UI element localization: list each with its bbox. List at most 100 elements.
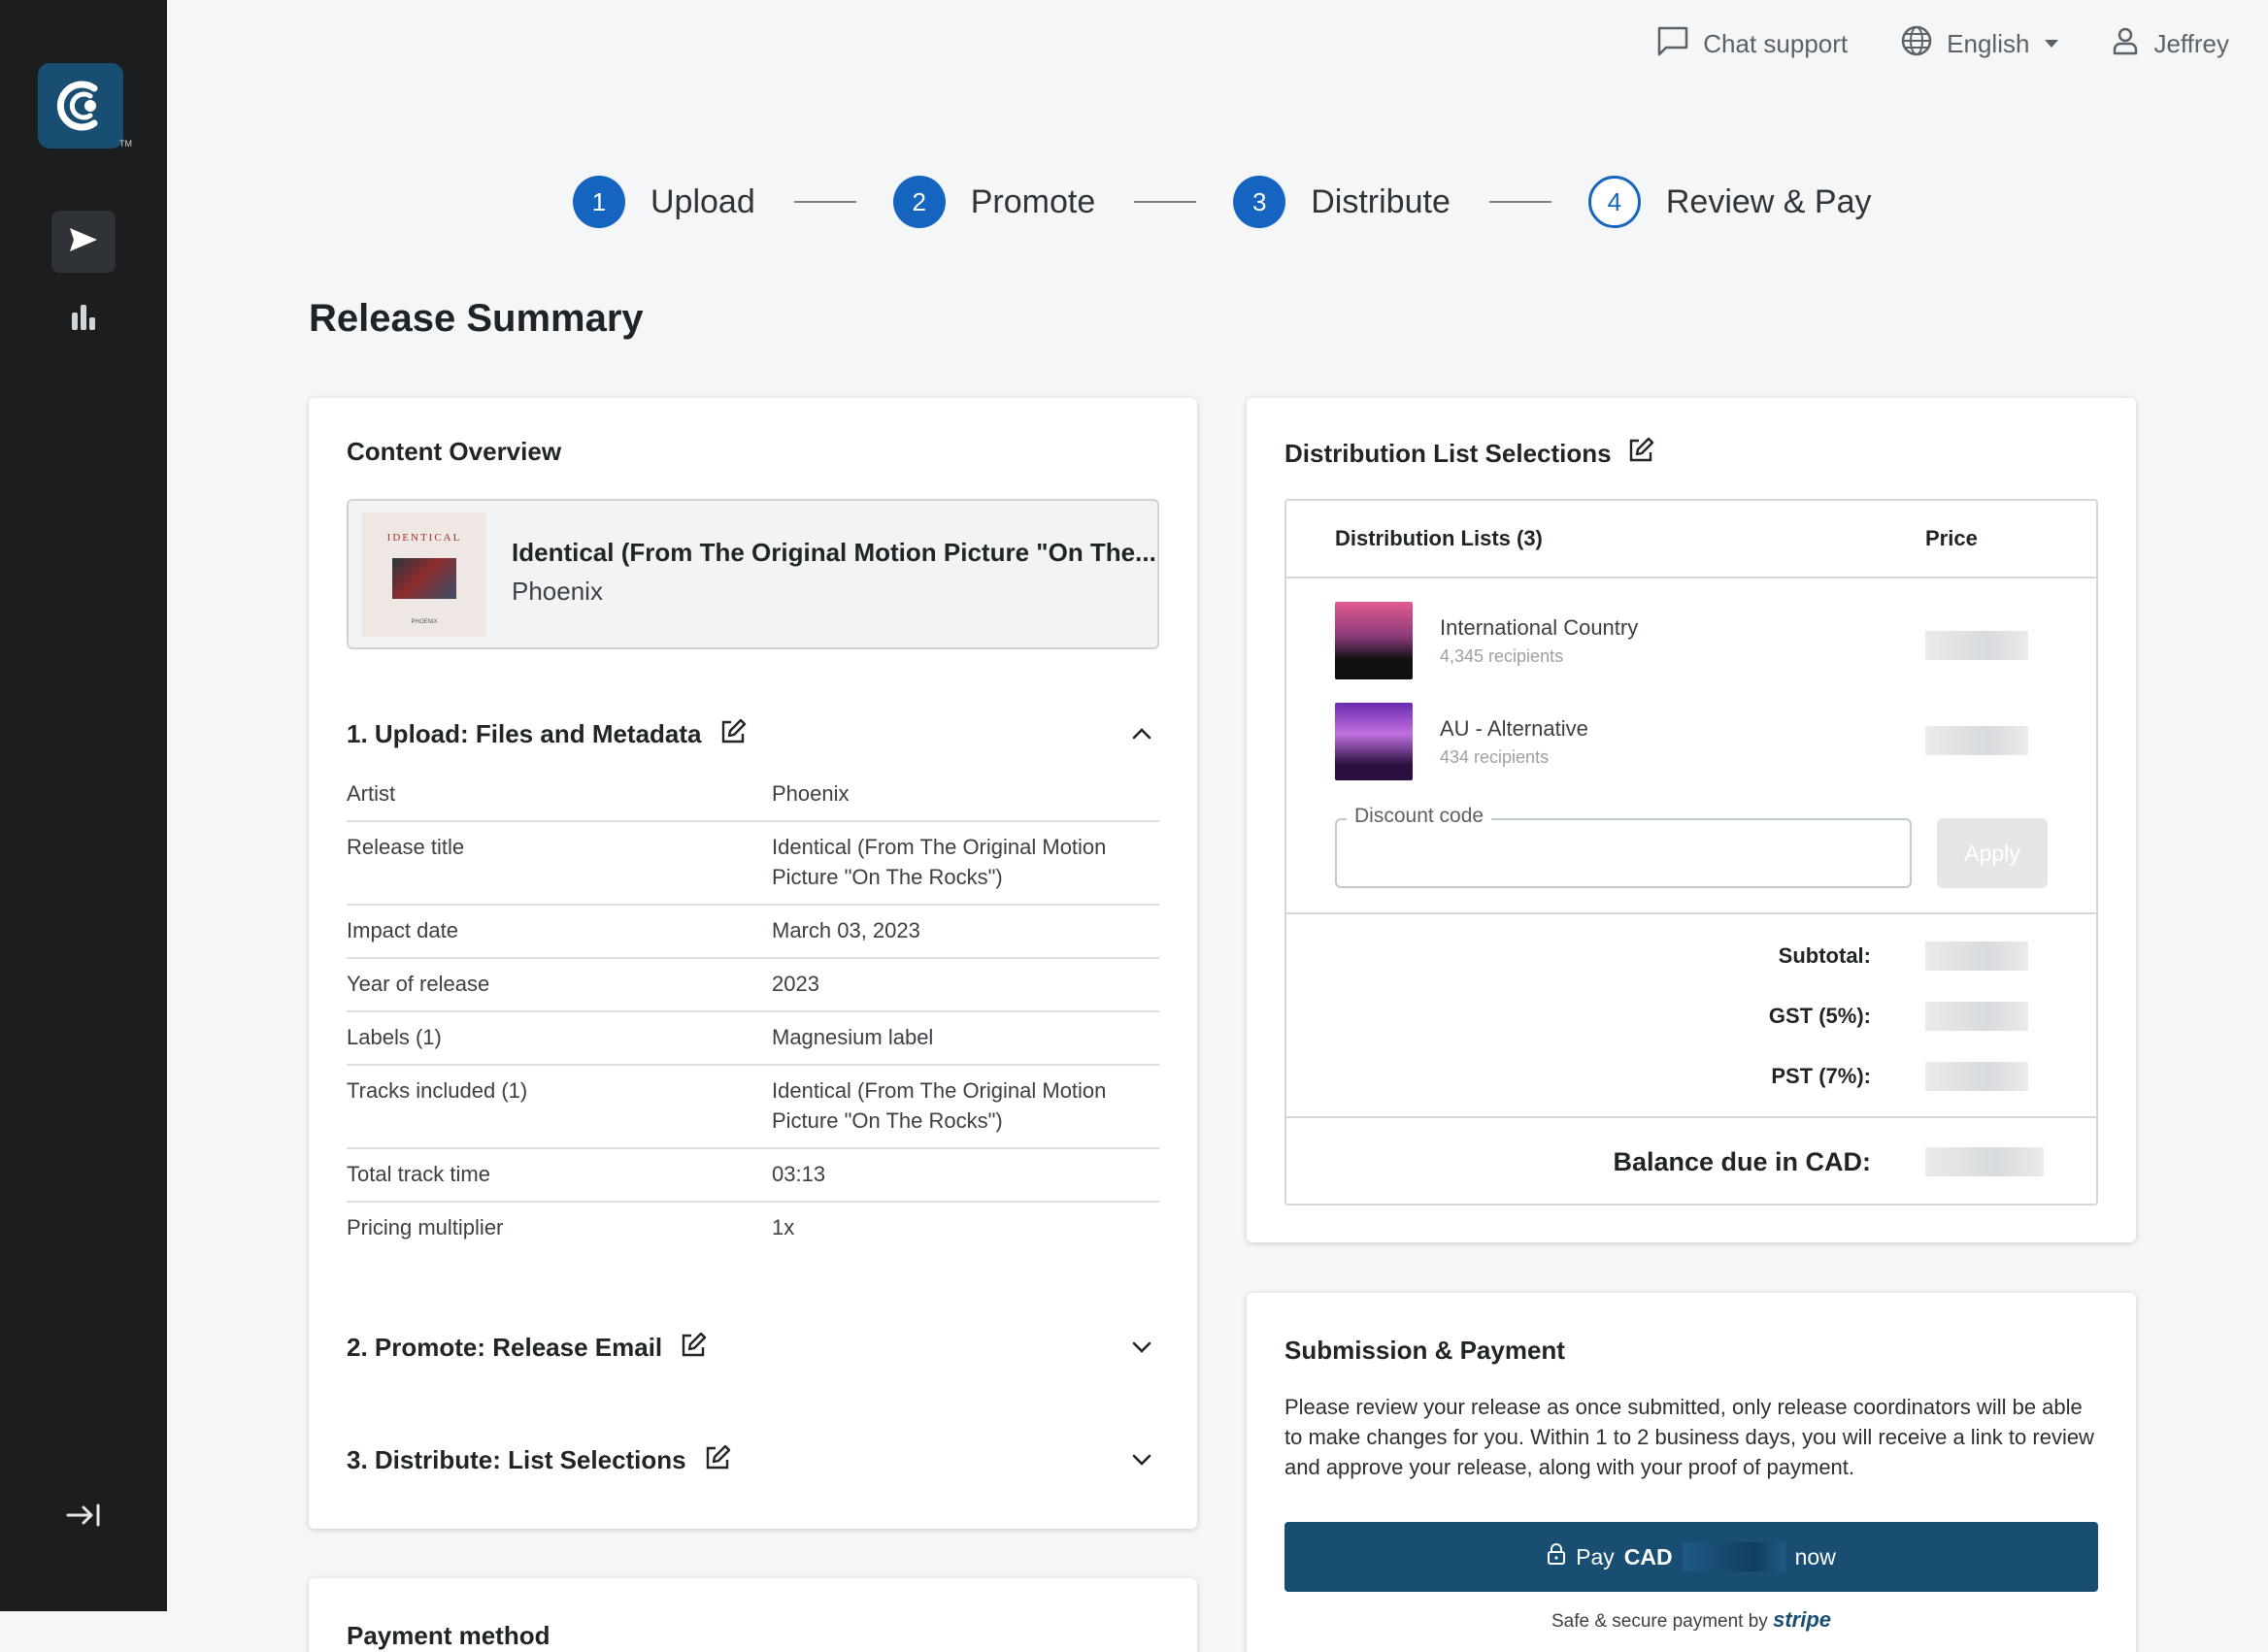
step-number: 2 (892, 176, 946, 228)
payment-method-card: Payment method (309, 1578, 1197, 1652)
language-select[interactable]: English (1900, 24, 2059, 64)
pay-amount-placeholder (1682, 1542, 1785, 1571)
step-number: 3 (1233, 176, 1286, 228)
content-overview-card: Content Overview IDENTICAL PHOENIX Ident… (309, 398, 1197, 1529)
meta-key: Release title (347, 835, 465, 859)
discount-code-label: Discount code (1347, 805, 1492, 828)
sidebar: TM (0, 0, 167, 1611)
pst-label: PST (7%): (1771, 1064, 1871, 1088)
distribution-card: Distribution List Selections Distributio… (1247, 398, 2136, 1242)
list-name: AU - Alternative (1440, 716, 1588, 741)
brand-logo-icon[interactable] (38, 63, 123, 149)
submission-card: Submission & Payment Please review your … (1247, 1293, 2136, 1652)
pay-prefix: Pay (1576, 1543, 1615, 1569)
distribution-table: Distribution Lists (3) Price Internation… (1284, 499, 2098, 1206)
list-item: International Country 4,345 recipients (1335, 602, 2053, 679)
meta-key: Pricing multiplier (347, 1215, 504, 1239)
column-header-price: Price (1925, 526, 1978, 550)
payment-method-title: Payment method (347, 1621, 550, 1650)
chevron-down-icon[interactable] (1130, 1336, 1153, 1364)
table-row: Pricing multiplier 1x (347, 1203, 1159, 1254)
list-thumbnail (1335, 703, 1413, 780)
gst-label: GST (5%): (1768, 1004, 1871, 1028)
metadata-table: Artist Phoenix Release title Identical (Fr… (347, 769, 1159, 1254)
step-connector (1134, 201, 1197, 203)
release-title: Identical (From The Original Motion Pict… (512, 538, 1156, 567)
release-preview: IDENTICAL PHOENIX Identical (From The Or… (347, 499, 1159, 649)
price-placeholder (1925, 631, 2028, 660)
list-name: International Country (1440, 615, 1639, 640)
pay-suffix: now (1794, 1543, 1836, 1569)
sidebar-item-analytics[interactable] (51, 287, 116, 349)
table-row: Artist Phoenix (347, 769, 1159, 822)
chat-support-button[interactable]: Chat support (1656, 25, 1848, 63)
step-distribute[interactable]: 3 Distribute (1233, 176, 1451, 228)
cover-title: IDENTICAL (386, 532, 462, 544)
table-row: Total track time 03:13 (347, 1149, 1159, 1203)
distribution-title: Distribution List Selections (1284, 439, 1612, 468)
balance-due-label: Balance due in CAD: (1613, 1147, 1871, 1176)
edit-icon[interactable] (1627, 437, 1654, 471)
step-connector (793, 201, 856, 203)
content-overview-title: Content Overview (347, 437, 562, 466)
user-menu[interactable]: Jeffrey (2111, 26, 2229, 62)
distribution-title-row: Distribution List Selections (1284, 437, 1654, 471)
section-upload-header[interactable]: 1. Upload: Files and Metadata (347, 714, 1159, 753)
chevron-up-icon[interactable] (1130, 722, 1153, 750)
subtotal-label: Subtotal: (1778, 943, 1871, 968)
apply-discount-button[interactable]: Apply (1937, 818, 2048, 888)
pst-value-placeholder (1925, 1062, 2028, 1091)
step-review-pay[interactable]: 4 Review & Pay (1587, 176, 1872, 228)
pay-currency: CAD (1623, 1543, 1673, 1569)
divider (1286, 912, 2096, 914)
lock-icon (1547, 1542, 1566, 1571)
cover-image (392, 558, 456, 599)
list-recipients: 434 recipients (1440, 747, 1550, 767)
discount-code-input[interactable] (1337, 820, 1910, 886)
meta-value: 03:13 (772, 1162, 826, 1186)
step-upload[interactable]: 1 Upload (573, 176, 755, 228)
step-promote[interactable]: 2 Promote (892, 176, 1096, 228)
sidebar-item-releases[interactable] (51, 211, 116, 273)
user-name: Jeffrey (2153, 28, 2229, 58)
expand-sidebar-button[interactable] (64, 1500, 103, 1535)
edit-icon[interactable] (719, 718, 747, 750)
step-label: Promote (970, 182, 1096, 220)
list-thumbnail (1335, 602, 1413, 679)
edit-icon[interactable] (680, 1332, 707, 1364)
edit-icon[interactable] (704, 1444, 731, 1476)
chevron-down-icon[interactable] (1130, 1448, 1153, 1476)
meta-value: 2023 (772, 972, 819, 996)
table-row: Release title Identical (From The Origina… (347, 822, 1159, 906)
distribution-table-header: Distribution Lists (3) Price (1286, 501, 2096, 578)
cover-artist: PHOENIX (411, 619, 438, 625)
meta-key: Artist (347, 781, 396, 806)
subtotal-value-placeholder (1925, 942, 2028, 971)
gst-value-placeholder (1925, 1002, 2028, 1031)
progress-stepper: 1 Upload 2 Promote 3 Distribute 4 Review… (573, 175, 1872, 229)
chevron-down-icon (2045, 40, 2059, 48)
chat-support-label: Chat support (1703, 28, 1849, 58)
price-placeholder (1925, 726, 2028, 755)
meta-value: Phoenix (772, 781, 850, 806)
section-promote-label: 2. Promote: Release Email (347, 1332, 663, 1362)
section-distribute-label: 3. Distribute: List Selections (347, 1444, 686, 1474)
page-title: Release Summary (309, 297, 644, 340)
section-distribute-header[interactable]: 3. Distribute: List Selections (347, 1440, 1159, 1479)
section-promote-header[interactable]: 2. Promote: Release Email (347, 1328, 1159, 1367)
table-row: Impact date March 03, 2023 (347, 906, 1159, 959)
user-icon (2111, 26, 2140, 62)
bar-chart-icon (70, 303, 97, 335)
list-recipients: 4,345 recipients (1440, 646, 1564, 666)
pay-now-button[interactable]: Pay CAD now (1284, 1522, 2098, 1592)
globe-icon (1900, 24, 1933, 64)
meta-key: Labels (1) (347, 1025, 442, 1049)
stripe-logo: stripe (1773, 1607, 1832, 1632)
step-number: 1 (573, 176, 625, 228)
column-header-lists: Distribution Lists (3) (1335, 526, 1543, 550)
meta-key: Total track time (347, 1162, 490, 1186)
table-row: Labels (1) Magnesium label (347, 1012, 1159, 1066)
language-label: English (1947, 28, 2030, 58)
step-label: Distribute (1311, 182, 1451, 220)
top-bar: Chat support English Jeffrey (1656, 23, 2229, 64)
